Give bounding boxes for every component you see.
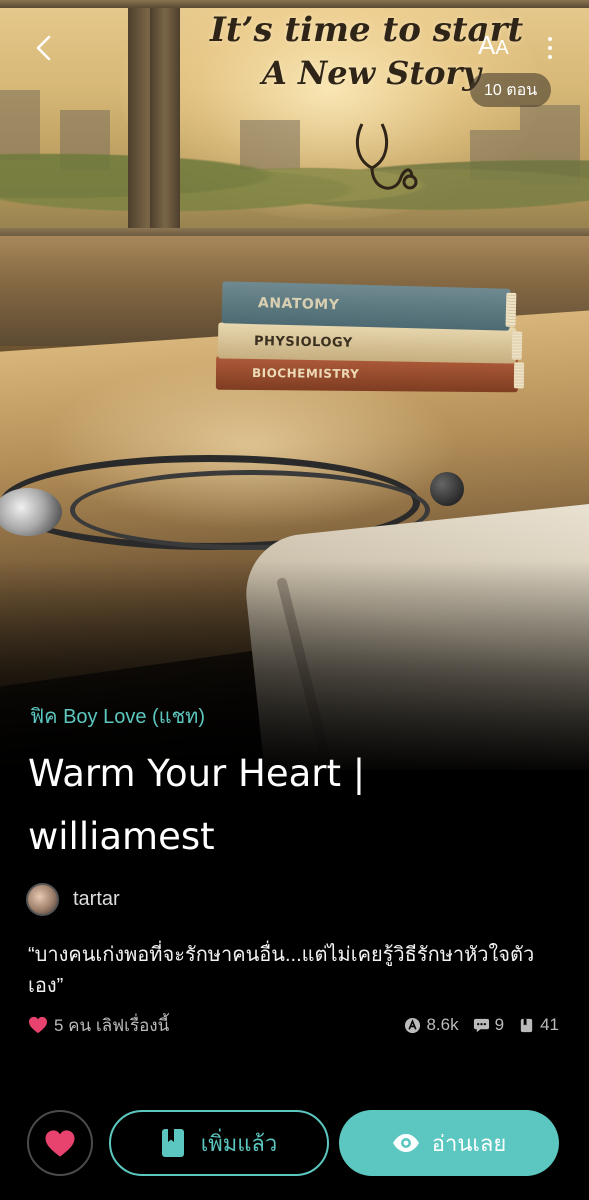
comments-count: 9 [494, 1015, 505, 1034]
favorite-button[interactable] [27, 1110, 93, 1176]
author-avatar [26, 882, 59, 916]
episodes-stat: 41 [518, 1015, 559, 1035]
views-stat: 8.6k [404, 1015, 459, 1035]
heart-icon [45, 1129, 75, 1157]
love-count-row: 5 คน เลิฟเรื่องนี้ [28, 1012, 169, 1038]
more-vertical-icon [548, 37, 552, 41]
story-stats: 8.6k 9 41 [404, 1012, 559, 1038]
added-to-library-button[interactable]: เพิ่มแล้ว [109, 1110, 329, 1176]
top-bar: AA 10 ตอน [0, 0, 589, 107]
comment-icon [473, 1018, 489, 1032]
book-icon [520, 1018, 533, 1032]
cover-image: BIOCHEMISTRY PHYSIOLOGY ANATOMY It’s tim… [0, 0, 589, 770]
read-now-label: อ่านเลย [431, 1130, 507, 1156]
episode-count-badge: 10 ตอน [470, 73, 552, 107]
story-synopsis: “บางคนเก่งพอที่จะรักษาคนอื่น...แต่ไม่เคย… [28, 944, 535, 997]
cover-stethoscope-icon [355, 123, 418, 190]
font-size-icon-big: A [478, 30, 496, 60]
cover-book-anatomy: ANATOMY [221, 281, 517, 331]
eye-icon [392, 1134, 419, 1152]
story-title: Warm Your Heart | williamest [28, 752, 366, 858]
views-icon [405, 1017, 421, 1033]
font-size-icon-small: A [495, 37, 509, 59]
back-button[interactable] [26, 30, 62, 66]
author-name: tartar [73, 887, 120, 910]
story-genre[interactable]: ฟิค Boy Love (แชท) [30, 700, 205, 732]
added-to-library-label: เพิ่มแล้ว [200, 1130, 278, 1156]
more-options-button[interactable] [538, 30, 562, 66]
read-now-button[interactable]: อ่านเลย [339, 1110, 559, 1176]
font-size-button[interactable]: AA [478, 30, 522, 70]
views-count: 8.6k [426, 1015, 459, 1034]
episodes-count: 41 [540, 1015, 559, 1034]
heart-icon [29, 1016, 47, 1034]
comments-stat: 9 [473, 1015, 504, 1035]
love-count-text: 5 คน เลิฟเรื่องนี้ [54, 1015, 170, 1035]
chevron-left-icon [36, 35, 51, 61]
bookmark-book-icon [161, 1129, 184, 1157]
author-row[interactable]: tartar [26, 882, 120, 916]
